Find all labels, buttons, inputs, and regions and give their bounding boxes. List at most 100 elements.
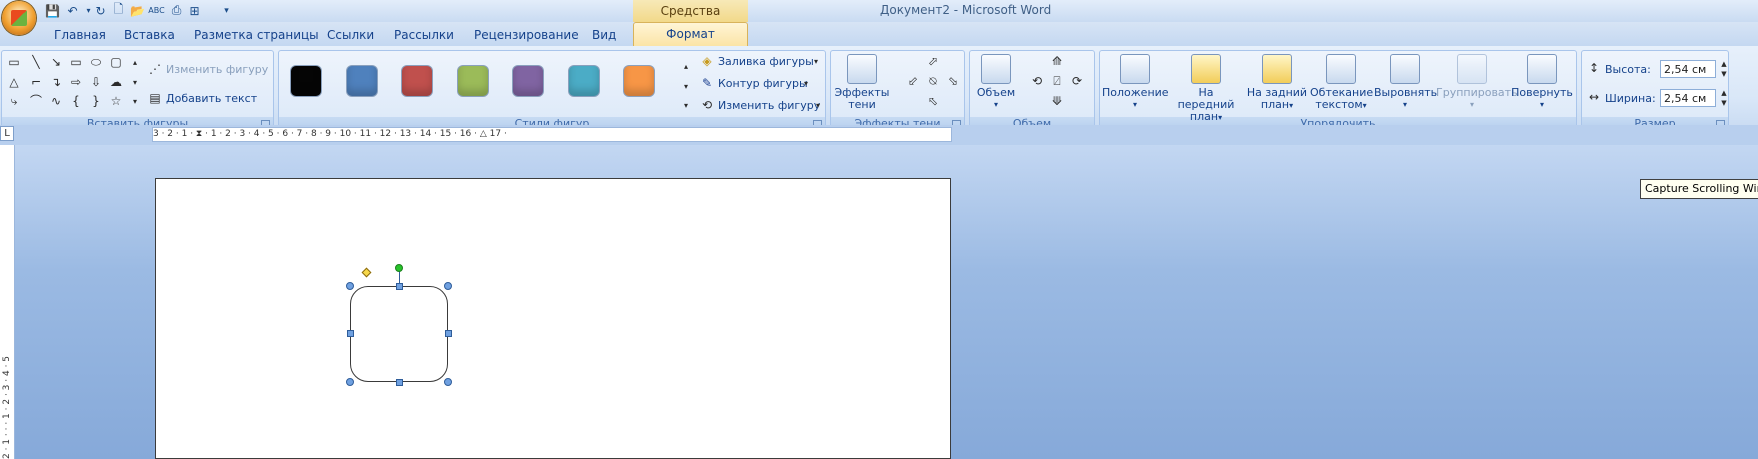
button-label: Положение bbox=[1102, 86, 1169, 99]
gallery-more-icon[interactable]: ▾ bbox=[678, 99, 694, 112]
edit-shape-button[interactable]: Изменить фигуру bbox=[166, 63, 268, 76]
group-objects-icon bbox=[1457, 54, 1487, 84]
textbox-shape-icon[interactable]: ▭ bbox=[6, 56, 22, 69]
right-brace-shape-icon[interactable]: } bbox=[88, 95, 104, 108]
shape-style-swatch[interactable] bbox=[513, 66, 543, 96]
width-spin-down-icon[interactable]: ▼ bbox=[1716, 97, 1732, 110]
position-button[interactable]: Положение ▾ bbox=[1102, 54, 1169, 111]
redo-icon[interactable]: ↻ bbox=[92, 2, 109, 19]
nudge-shadow-up-icon[interactable]: ⬀ bbox=[925, 55, 941, 68]
shape-fill-button[interactable]: Заливка фигуры bbox=[718, 55, 814, 68]
save-icon[interactable]: 💾 bbox=[44, 2, 61, 19]
resize-handle-top-left[interactable] bbox=[346, 282, 354, 290]
tab-insert[interactable]: Вставка bbox=[124, 28, 175, 42]
arc-shape-icon[interactable]: ⌒ bbox=[28, 95, 44, 108]
left-brace-shape-icon[interactable]: { bbox=[68, 95, 84, 108]
tab-format[interactable]: Формат bbox=[633, 22, 748, 46]
dropdown-icon: ▾ bbox=[1218, 113, 1223, 122]
undo-icon[interactable]: ↶ bbox=[64, 2, 81, 19]
tab-review[interactable]: Рецензирование bbox=[474, 28, 579, 42]
shape-outline-dropdown-icon[interactable]: ▾ bbox=[798, 77, 814, 90]
curve-shape-icon[interactable]: ⤷ bbox=[6, 95, 22, 108]
tab-references[interactable]: Ссылки bbox=[327, 28, 374, 42]
resize-handle-bottom-right[interactable] bbox=[444, 378, 452, 386]
tab-selector[interactable]: L bbox=[0, 126, 14, 141]
resize-handle-top-right[interactable] bbox=[444, 282, 452, 290]
tilt-right-icon[interactable]: ⟳ bbox=[1069, 75, 1085, 88]
bring-to-front-button[interactable]: На передний план▾ bbox=[1170, 54, 1242, 124]
customize-toolbar-icon[interactable]: ▾ bbox=[218, 2, 235, 19]
oval-shape-icon[interactable]: ⬭ bbox=[88, 56, 104, 69]
group-button[interactable]: Группировать ▾ bbox=[1436, 54, 1518, 111]
3d-toggle-icon[interactable]: ⍁ bbox=[1049, 75, 1065, 88]
align-icon bbox=[1390, 54, 1420, 84]
rotation-handle[interactable] bbox=[395, 264, 403, 272]
elbow-arrow-shape-icon[interactable]: ↴ bbox=[48, 76, 64, 89]
gallery-up-icon[interactable]: ▴ bbox=[678, 60, 694, 73]
scroll-up-icon[interactable]: ▴ bbox=[127, 56, 143, 69]
shape-style-swatch[interactable] bbox=[402, 66, 432, 96]
more-shapes-icon[interactable]: ▾ bbox=[127, 95, 143, 108]
down-arrow-shape-icon[interactable]: ⇩ bbox=[88, 76, 104, 89]
change-shape-dropdown-icon[interactable]: ▾ bbox=[810, 99, 826, 112]
scroll-down-icon[interactable]: ▾ bbox=[127, 76, 143, 89]
shape-style-swatch[interactable] bbox=[624, 66, 654, 96]
shape-style-swatch[interactable] bbox=[458, 66, 488, 96]
arrow-line-shape-icon[interactable]: ↘ bbox=[48, 56, 64, 69]
tilt-left-icon[interactable]: ⟲ bbox=[1029, 75, 1045, 88]
cloud-shape-icon[interactable]: ☁ bbox=[108, 76, 124, 89]
resize-handle-bottom-left[interactable] bbox=[346, 378, 354, 386]
spelling-icon[interactable]: ABC bbox=[148, 2, 165, 19]
rounded-rectangle-shape[interactable] bbox=[350, 286, 448, 382]
ribbon-tab-row: Главная Вставка Разметка страницы Ссылки… bbox=[0, 22, 1758, 46]
print-preview-icon[interactable]: ⎙ bbox=[168, 2, 185, 19]
change-shape-button[interactable]: Изменить фигуру bbox=[718, 99, 820, 112]
tab-view[interactable]: Вид bbox=[592, 28, 616, 42]
resize-handle-left[interactable] bbox=[347, 330, 354, 337]
tilt-up-icon[interactable]: ⟰ bbox=[1049, 55, 1065, 68]
document-page[interactable] bbox=[155, 178, 951, 459]
nudge-shadow-left-icon[interactable]: ⬃ bbox=[905, 75, 921, 88]
elbow-connector-shape-icon[interactable]: ⌐ bbox=[28, 76, 44, 89]
shape-fill-dropdown-icon[interactable]: ▾ bbox=[808, 55, 824, 68]
rounded-rectangle-shape-icon[interactable]: ▢ bbox=[108, 56, 124, 69]
wave-shape-icon[interactable]: ∿ bbox=[48, 95, 64, 108]
rotate-button[interactable]: Повернуть ▾ bbox=[1510, 54, 1574, 111]
shape-outline-button[interactable]: Контур фигуры bbox=[718, 77, 808, 90]
align-button[interactable]: Выровнять ▾ bbox=[1374, 54, 1437, 111]
tab-home[interactable]: Главная bbox=[54, 28, 106, 42]
horizontal-ruler[interactable]: 3 · 2 · 1 · ⧗ · 1 · 2 · 3 · 4 · 5 · 6 · … bbox=[152, 127, 952, 142]
hierarchy-icon[interactable]: ⊞ bbox=[186, 2, 203, 19]
office-button[interactable] bbox=[2, 1, 36, 35]
vertical-ruler[interactable]: 2 · 1 · · · 1 · 2 · 3 · 4 · 5 bbox=[0, 145, 15, 459]
tab-mailings[interactable]: Рассылки bbox=[394, 28, 454, 42]
send-to-back-button[interactable]: На задний план▾ bbox=[1244, 54, 1310, 112]
triangle-shape-icon[interactable]: △ bbox=[6, 76, 22, 89]
height-input[interactable]: 2,54 см bbox=[1660, 60, 1716, 78]
star-shape-icon[interactable]: ☆ bbox=[108, 95, 124, 108]
resize-handle-top[interactable] bbox=[396, 283, 403, 290]
line-shape-icon[interactable]: ╲ bbox=[28, 56, 44, 69]
resize-handle-bottom[interactable] bbox=[396, 379, 403, 386]
3d-effects-button[interactable]: Объем ▾ bbox=[972, 54, 1020, 111]
height-spin-down-icon[interactable]: ▼ bbox=[1716, 68, 1732, 81]
right-arrow-shape-icon[interactable]: ⇨ bbox=[68, 76, 84, 89]
shape-style-swatch[interactable] bbox=[291, 66, 321, 96]
tab-page-layout[interactable]: Разметка страницы bbox=[194, 28, 319, 42]
shadow-effects-button[interactable]: Эффекты тени bbox=[833, 54, 891, 111]
new-document-icon[interactable]: 🗋 bbox=[110, 2, 127, 19]
open-icon[interactable]: 📂 bbox=[129, 2, 146, 19]
nudge-shadow-down-icon[interactable]: ⬁ bbox=[925, 95, 941, 108]
tilt-down-icon[interactable]: ⟱ bbox=[1049, 95, 1065, 108]
nudge-shadow-right-icon[interactable]: ⬂ bbox=[945, 75, 961, 88]
shape-style-swatch[interactable] bbox=[347, 66, 377, 96]
button-label: Повернуть bbox=[1511, 86, 1573, 99]
gallery-down-icon[interactable]: ▾ bbox=[678, 80, 694, 93]
shape-style-swatch[interactable] bbox=[569, 66, 599, 96]
text-wrapping-button[interactable]: Обтекание текстом▾ bbox=[1310, 54, 1373, 112]
shadow-toggle-icon[interactable]: ⍉ bbox=[925, 75, 941, 88]
resize-handle-right[interactable] bbox=[445, 330, 452, 337]
rectangle-shape-icon[interactable]: ▭ bbox=[68, 56, 84, 69]
add-text-button[interactable]: Добавить текст bbox=[166, 92, 257, 105]
width-input[interactable]: 2,54 см bbox=[1660, 89, 1716, 107]
